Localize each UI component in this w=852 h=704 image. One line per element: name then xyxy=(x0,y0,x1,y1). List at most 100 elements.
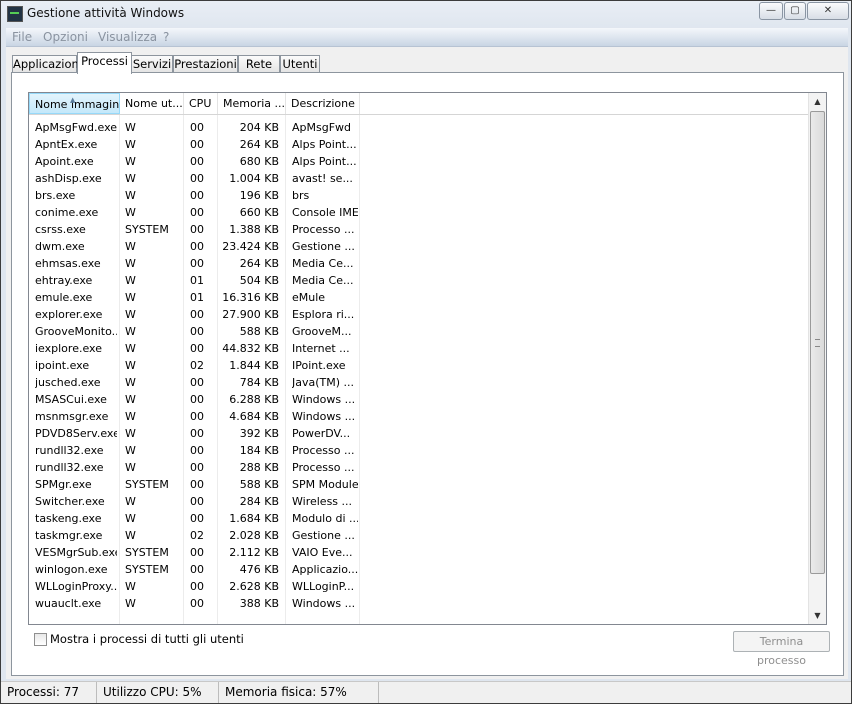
cell-cpu: 00 xyxy=(190,597,204,610)
status-cpu-usage: Utilizzo CPU: 5% xyxy=(97,682,219,703)
cell-cpu: 00 xyxy=(190,444,204,457)
task-manager-window: Gestione attività Windows — ▢ ✕ File Opz… xyxy=(0,0,852,704)
cell-user-name: W xyxy=(125,172,136,185)
cell-cpu: 00 xyxy=(190,546,204,559)
cell-memory: 1.004 KB xyxy=(229,172,279,185)
cell-cpu: 00 xyxy=(190,155,204,168)
tab-processes[interactable]: Processi xyxy=(77,52,132,74)
cell-cpu: 02 xyxy=(190,529,204,542)
table-row[interactable]: jusched.exe W 00 784 KB Java(TM) ... xyxy=(29,374,809,391)
cell-user-name: W xyxy=(125,461,136,474)
cell-image-name: explorer.exe xyxy=(35,308,103,321)
cell-cpu: 00 xyxy=(190,240,204,253)
cell-cpu: 00 xyxy=(190,512,204,525)
vertical-scrollbar[interactable]: ▲ ▼ xyxy=(808,93,826,624)
grip-icon xyxy=(815,339,820,347)
table-row[interactable]: ehmsas.exe W 00 264 KB Media Ce... xyxy=(29,255,809,272)
scrollbar-thumb[interactable] xyxy=(810,111,825,574)
cell-memory: 1.684 KB xyxy=(229,512,279,525)
column-description[interactable]: Descrizione xyxy=(286,93,360,114)
table-row[interactable]: taskeng.exe W 00 1.684 KB Modulo di ... xyxy=(29,510,809,527)
table-row[interactable]: ipoint.exe W 02 1.844 KB IPoint.exe xyxy=(29,357,809,374)
cell-memory: 504 KB xyxy=(239,274,279,287)
table-row[interactable]: brs.exe W 00 196 KB brs xyxy=(29,187,809,204)
menu-file[interactable]: File xyxy=(12,30,32,44)
column-memory[interactable]: Memoria ... xyxy=(218,93,286,114)
column-user-name[interactable]: Nome ut... xyxy=(120,93,184,114)
table-row[interactable]: ApntEx.exe W 00 264 KB Alps Point... xyxy=(29,136,809,153)
menu-view[interactable]: Visualizza xyxy=(98,30,157,44)
list-header: ▲ Nome immagine Nome ut... CPU Memoria .… xyxy=(29,93,809,115)
tab-users[interactable]: Utenti xyxy=(280,55,320,73)
cell-description: Windows ... xyxy=(292,410,356,423)
cell-image-name: Switcher.exe xyxy=(35,495,105,508)
table-row[interactable]: winlogon.exe SYSTEM 00 476 KB Applicazio... xyxy=(29,561,809,578)
cell-description: Alps Point... xyxy=(292,138,357,151)
table-row[interactable]: MSASCui.exe W 00 6.288 KB Windows ... xyxy=(29,391,809,408)
cell-description: PowerDV... xyxy=(292,427,351,440)
table-row[interactable]: SPMgr.exe SYSTEM 00 588 KB SPM Module xyxy=(29,476,809,493)
table-row[interactable]: explorer.exe W 00 27.900 KB Esplora ri... xyxy=(29,306,809,323)
cell-description: ApMsgFwd xyxy=(292,121,352,134)
cell-description: Internet ... xyxy=(292,342,350,355)
cell-memory: 184 KB xyxy=(239,444,279,457)
table-row[interactable]: dwm.exe W 00 23.424 KB Gestione ... xyxy=(29,238,809,255)
cell-image-name: ipoint.exe xyxy=(35,359,90,372)
show-all-users-checkbox[interactable] xyxy=(34,633,47,646)
table-row[interactable]: rundll32.exe W 00 288 KB Processo ... xyxy=(29,459,809,476)
column-cpu[interactable]: CPU xyxy=(184,93,218,114)
table-row[interactable]: ehtray.exe W 01 504 KB Media Ce... xyxy=(29,272,809,289)
minimize-button[interactable]: — xyxy=(759,2,783,20)
cell-cpu: 00 xyxy=(190,478,204,491)
tab-applications[interactable]: Applicazioni xyxy=(12,55,82,73)
menu-help[interactable]: ? xyxy=(163,30,169,44)
table-row[interactable]: ApMsgFwd.exe W 00 204 KB ApMsgFwd xyxy=(29,119,809,136)
cell-user-name: W xyxy=(125,325,136,338)
process-list[interactable]: ▲ Nome immagine Nome ut... CPU Memoria .… xyxy=(28,92,827,625)
menu-bar: File Opzioni Visualizza ? xyxy=(6,28,848,47)
table-row[interactable]: Apoint.exe W 00 680 KB Alps Point... xyxy=(29,153,809,170)
tab-network[interactable]: Rete xyxy=(238,55,280,73)
table-row[interactable]: conime.exe W 00 660 KB Console IME xyxy=(29,204,809,221)
cell-user-name: W xyxy=(125,240,136,253)
table-row[interactable]: ashDisp.exe W 00 1.004 KB avast! se... xyxy=(29,170,809,187)
cell-description: Media Ce... xyxy=(292,274,354,287)
cell-user-name: W xyxy=(125,342,136,355)
close-button[interactable]: ✕ xyxy=(807,2,849,20)
cell-image-name: taskeng.exe xyxy=(35,512,102,525)
tab-performance[interactable]: Prestazioni xyxy=(173,55,238,73)
table-row[interactable]: csrss.exe SYSTEM 00 1.388 KB Processo ... xyxy=(29,221,809,238)
cell-cpu: 00 xyxy=(190,393,204,406)
window-title: Gestione attività Windows xyxy=(27,6,185,20)
table-row[interactable]: GrooveMonito... W 00 588 KB GrooveM... xyxy=(29,323,809,340)
cell-cpu: 00 xyxy=(190,121,204,134)
table-row[interactable]: wuauclt.exe W 00 388 KB Windows ... xyxy=(29,595,809,612)
table-row[interactable]: rundll32.exe W 00 184 KB Processo ... xyxy=(29,442,809,459)
cell-memory: 23.424 KB xyxy=(222,240,279,253)
cell-user-name: W xyxy=(125,138,136,151)
table-row[interactable]: iexplore.exe W 00 44.832 KB Internet ... xyxy=(29,340,809,357)
table-row[interactable]: PDVD8Serv.exe W 00 392 KB PowerDV... xyxy=(29,425,809,442)
table-row[interactable]: VESMgrSub.exe SYSTEM 00 2.112 KB VAIO Eve... xyxy=(29,544,809,561)
table-row[interactable]: taskmgr.exe W 02 2.028 KB Gestione ... xyxy=(29,527,809,544)
cell-user-name: W xyxy=(125,189,136,202)
table-row[interactable]: emule.exe W 01 16.316 KB eMule xyxy=(29,289,809,306)
cell-cpu: 00 xyxy=(190,563,204,576)
column-image-name[interactable]: ▲ Nome immagine xyxy=(29,93,120,114)
table-row[interactable]: WLLoginProxy.... W 00 2.628 KB WLLoginP... xyxy=(29,578,809,595)
cell-memory: 44.832 KB xyxy=(222,342,279,355)
menu-options[interactable]: Opzioni xyxy=(43,30,88,44)
maximize-button[interactable]: ▢ xyxy=(784,2,806,20)
scroll-up-arrow-icon[interactable]: ▲ xyxy=(809,93,826,110)
cell-user-name: W xyxy=(125,427,136,440)
cell-memory: 264 KB xyxy=(239,138,279,151)
tab-services[interactable]: Servizi xyxy=(131,55,173,73)
scroll-down-arrow-icon[interactable]: ▼ xyxy=(809,607,826,624)
title-bar[interactable]: Gestione attività Windows — ▢ ✕ xyxy=(1,1,851,27)
cell-user-name: W xyxy=(125,308,136,321)
end-process-button[interactable]: Termina processo xyxy=(733,631,830,667)
cell-image-name: ApntEx.exe xyxy=(35,138,98,151)
table-row[interactable]: msnmsgr.exe W 00 4.684 KB Windows ... xyxy=(29,408,809,425)
cell-description: Modulo di ... xyxy=(292,512,358,525)
table-row[interactable]: Switcher.exe W 00 284 KB Wireless ... xyxy=(29,493,809,510)
